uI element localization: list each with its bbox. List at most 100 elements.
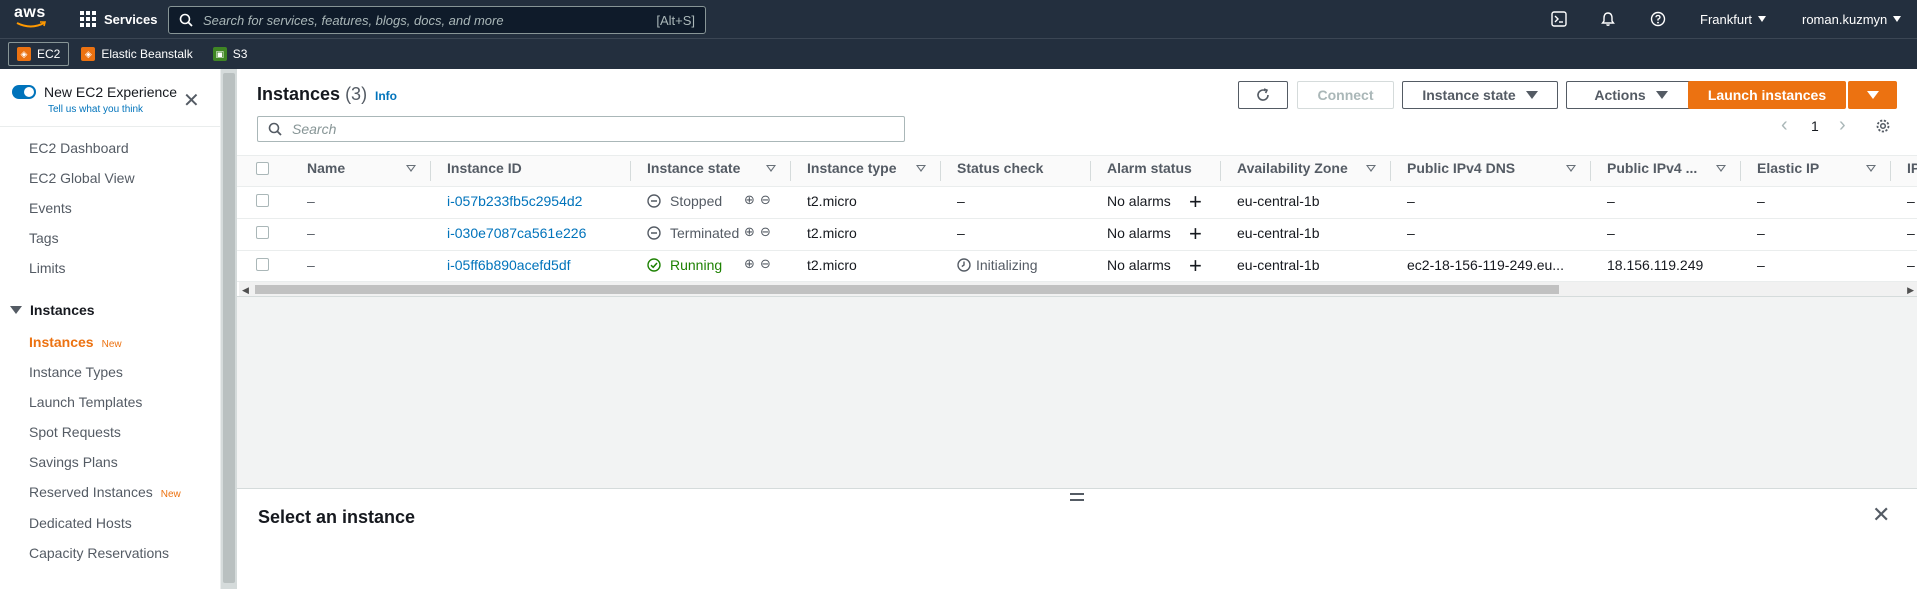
next-page-icon[interactable]: › <box>1839 115 1846 135</box>
connect-button[interactable]: Connect <box>1297 81 1394 109</box>
instances-search-input[interactable]: Search <box>257 116 905 142</box>
column-header-instance-state[interactable]: Instance state <box>647 160 740 176</box>
select-all-checkbox[interactable] <box>256 162 269 175</box>
sort-icon[interactable] <box>1566 165 1576 172</box>
resize-handle-icon[interactable] <box>1070 493 1084 501</box>
sidebar-section-instances[interactable]: Instances <box>10 302 95 318</box>
zoom-out-icon[interactable]: ⊖ <box>760 224 771 240</box>
zoom-in-icon[interactable]: ⊕ <box>744 256 755 272</box>
scrollbar-thumb[interactable] <box>223 73 235 583</box>
sidebar-item-spot-requests[interactable]: Spot Requests <box>29 424 121 440</box>
scroll-left-icon[interactable]: ◀ <box>242 285 249 296</box>
row-checkbox[interactable] <box>256 226 269 239</box>
sidebar-item-launch-templates[interactable]: Launch Templates <box>29 394 142 410</box>
add-alarm-icon[interactable]: + <box>1189 255 1202 277</box>
instance-id-link[interactable]: i-030e7087ca561e226 <box>447 225 586 241</box>
settings-gear-icon[interactable] <box>1875 118 1891 134</box>
sort-icon[interactable] <box>766 165 776 172</box>
sidebar-item-ec2-global-view[interactable]: EC2 Global View <box>29 170 135 186</box>
scroll-right-icon[interactable]: ▶ <box>1907 285 1914 296</box>
column-header-name[interactable]: Name <box>307 160 345 176</box>
column-resizer[interactable] <box>1890 161 1891 181</box>
instance-id-link[interactable]: i-057b233fb5c2954d2 <box>447 193 582 209</box>
prev-page-icon[interactable]: ‹ <box>1781 115 1788 135</box>
launch-instances-button[interactable]: Launch instances <box>1688 81 1846 109</box>
close-icon[interactable]: ✕ <box>183 91 200 111</box>
cell-status-check: – <box>957 193 965 209</box>
zoom-out-icon[interactable]: ⊖ <box>760 192 771 208</box>
feedback-link[interactable]: Tell us what you think <box>48 104 143 115</box>
info-link[interactable]: Info <box>375 89 397 103</box>
instance-id-link[interactable]: i-05ff6b890acefd5df <box>447 257 571 273</box>
column-header-instance-id[interactable]: Instance ID <box>447 160 522 176</box>
row-checkbox[interactable] <box>256 194 269 207</box>
sort-icon[interactable] <box>1366 165 1376 172</box>
region-selector[interactable]: Frankfurt <box>1700 0 1767 38</box>
zoom-out-icon[interactable]: ⊖ <box>760 256 771 272</box>
sidebar-item-label: Instances <box>29 334 94 350</box>
column-resizer[interactable] <box>1390 161 1391 181</box>
sidebar-scrollbar[interactable] <box>221 69 237 589</box>
column-header-instance-type[interactable]: Instance type <box>807 160 896 176</box>
add-alarm-icon[interactable]: + <box>1189 223 1202 245</box>
column-resizer[interactable] <box>630 161 631 181</box>
zoom-in-icon[interactable]: ⊕ <box>744 192 755 208</box>
sort-icon[interactable] <box>1866 165 1876 172</box>
sidebar-item-instances[interactable]: Instances New <box>29 334 122 350</box>
column-resizer[interactable] <box>1740 161 1741 181</box>
new-experience-toggle[interactable] <box>12 85 36 99</box>
sidebar-item-events[interactable]: Events <box>29 200 72 216</box>
instance-state-dropdown[interactable]: Instance state <box>1402 81 1558 109</box>
column-header-alarm-status[interactable]: Alarm status <box>1107 160 1192 176</box>
cell-public-ipv4: – <box>1607 193 1615 209</box>
column-header-public-ipv4-dns[interactable]: Public IPv4 DNS <box>1407 160 1515 176</box>
favorite-s3[interactable]: ▣ S3 <box>205 42 256 66</box>
sort-icon[interactable] <box>406 165 416 172</box>
sidebar-item-instance-types[interactable]: Instance Types <box>29 364 123 380</box>
sidebar-item-savings-plans[interactable]: Savings Plans <box>29 454 118 470</box>
column-resizer[interactable] <box>940 161 941 181</box>
sidebar-item-dedicated-hosts[interactable]: Dedicated Hosts <box>29 515 132 531</box>
caret-down-icon <box>1525 91 1538 99</box>
sort-icon[interactable] <box>916 165 926 172</box>
sidebar-item-tags[interactable]: Tags <box>29 230 59 246</box>
column-header-elastic-ip[interactable]: Elastic IP <box>1757 160 1819 176</box>
sidebar-item-ec2-dashboard[interactable]: EC2 Dashboard <box>29 140 129 156</box>
cell-instance-type: t2.micro <box>807 193 857 209</box>
column-header-public-ipv4[interactable]: Public IPv4 ... <box>1607 160 1697 176</box>
column-header-ip[interactable]: IP <box>1907 160 1917 176</box>
refresh-button[interactable] <box>1238 81 1288 109</box>
page-number[interactable]: 1 <box>1811 118 1819 134</box>
row-divider <box>237 250 1917 251</box>
aws-smile-icon <box>16 21 46 28</box>
column-header-status-check[interactable]: Status check <box>957 160 1043 176</box>
column-resizer[interactable] <box>430 161 431 181</box>
column-resizer[interactable] <box>1090 161 1091 181</box>
favorite-elastic-beanstalk[interactable]: ◈ Elastic Beanstalk <box>73 42 200 66</box>
column-resizer[interactable] <box>1220 161 1221 181</box>
actions-dropdown[interactable]: Actions <box>1566 81 1696 109</box>
close-icon[interactable]: ✕ <box>1872 502 1890 528</box>
bell-icon[interactable] <box>1600 0 1616 38</box>
sort-icon[interactable] <box>1716 165 1726 172</box>
launch-options-dropdown[interactable] <box>1848 81 1897 109</box>
cell-name: – <box>307 225 315 241</box>
table-horizontal-scrollbar[interactable]: ◀ ▶ <box>239 282 1917 296</box>
zoom-in-icon[interactable]: ⊕ <box>744 224 755 240</box>
sidebar-item-reserved-instances[interactable]: Reserved Instances New <box>29 484 181 500</box>
column-header-availability-zone[interactable]: Availability Zone <box>1237 160 1348 176</box>
scrollbar-thumb[interactable] <box>255 285 1559 294</box>
global-search-input[interactable]: Search for services, features, blogs, do… <box>168 6 706 34</box>
help-icon[interactable] <box>1650 0 1666 38</box>
aws-logo[interactable]: aws <box>14 5 48 32</box>
cloudshell-icon[interactable] <box>1551 0 1567 38</box>
sidebar-item-limits[interactable]: Limits <box>29 260 66 276</box>
row-checkbox[interactable] <box>256 258 269 271</box>
favorite-ec2[interactable]: ◈ EC2 <box>8 42 70 66</box>
column-resizer[interactable] <box>1590 161 1591 181</box>
sidebar-item-capacity-reservations[interactable]: Capacity Reservations <box>29 545 169 561</box>
services-menu-button[interactable]: Services <box>80 0 158 38</box>
column-resizer[interactable] <box>790 161 791 181</box>
account-menu[interactable]: roman.kuzmyn <box>1802 0 1902 38</box>
add-alarm-icon[interactable]: + <box>1189 191 1202 213</box>
